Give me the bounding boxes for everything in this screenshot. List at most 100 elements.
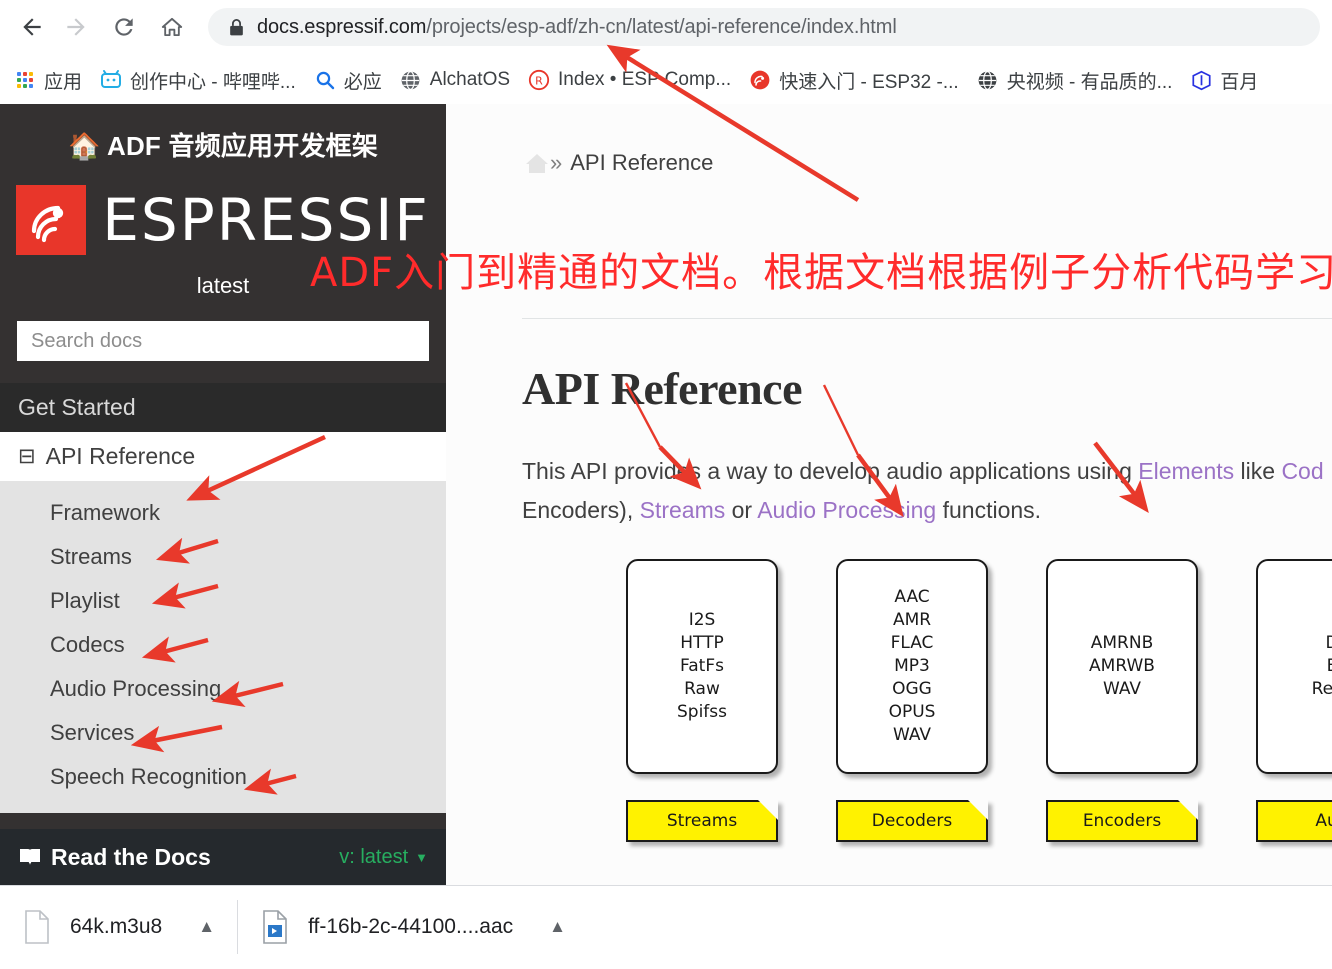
back-arrow-icon — [19, 14, 45, 40]
sidebar-item-speech-recognition[interactable]: Speech Recognition — [0, 755, 446, 799]
bookmark-baidu[interactable]: 百月 — [1190, 64, 1258, 96]
para1-part1: This API provides a way to develop audio… — [522, 458, 1139, 484]
back-button[interactable] — [10, 5, 54, 49]
sidebar-subitem-label: Codecs — [50, 632, 125, 657]
diagram-note-label: Aud — [1315, 811, 1332, 831]
sidebar-title-text: ADF 音频应用开发框架 — [106, 131, 379, 161]
sidebar-item-services[interactable]: Services — [0, 711, 446, 755]
home-icon: 🏠 — [67, 131, 101, 161]
globe-dark-icon — [977, 69, 999, 91]
download-filename: 64k.m3u8 — [70, 915, 163, 938]
breadcrumb-divider — [522, 318, 1332, 319]
bookmark-label: 央视频 - 有品质的... — [1006, 71, 1173, 93]
sidebar-item-get-started[interactable]: Get Started — [0, 383, 446, 432]
sidebar-item-codecs[interactable]: Codecs — [0, 623, 446, 667]
home-icon[interactable] — [524, 152, 550, 174]
version-selector[interactable]: v: latest ▼ — [339, 846, 428, 869]
diagram-note: Decoders — [836, 800, 988, 842]
bookmark-label: AlchatOS — [429, 69, 511, 90]
search-input[interactable] — [17, 321, 429, 361]
forward-button[interactable] — [54, 5, 98, 49]
bookmark-yangshipin[interactable]: 央视频 - 有品质的... — [977, 64, 1173, 96]
sidebar-version-label: latest — [196, 273, 250, 298]
diagram-item: Spifss — [676, 702, 727, 722]
chevron-down-icon: ▼ — [415, 849, 428, 865]
download-item[interactable]: ff-16b-2c-44100....aac ▲ — [238, 886, 588, 969]
diagram-item: AMRWB — [1089, 656, 1155, 676]
address-bar[interactable]: docs.espressif.com/projects/esp-adf/zh-c… — [208, 8, 1320, 46]
diagram-column-decoders: AAC AMR FLAC MP3 OGG OPUS WAV Decoders — [836, 559, 988, 842]
page-title: API Reference — [522, 363, 803, 414]
espressif-logo-icon — [16, 185, 87, 255]
chevron-up-icon[interactable]: ▲ — [549, 917, 566, 937]
diagram-item: OGG — [892, 679, 932, 699]
diagram-item: AMR — [892, 610, 932, 630]
diagram-item: AMRNB — [1090, 633, 1154, 653]
version-label: v: latest — [339, 845, 409, 868]
link-elements[interactable]: Elements — [1138, 458, 1234, 484]
read-the-docs-label: Read the Docs — [51, 843, 211, 870]
bookmark-alchatos[interactable]: AlchatOS — [400, 64, 510, 96]
sidebar-item-streams[interactable]: Streams — [0, 535, 446, 579]
bookmarks-bar: 应用 创作中心 - 哔哩哔... 必应 AlchatOS R Index • E… — [0, 56, 1332, 104]
home-button[interactable] — [150, 5, 194, 49]
browser-chrome: docs.espressif.com/projects/esp-adf/zh-c… — [0, 0, 1332, 104]
diagram-note: Aud — [1256, 800, 1332, 842]
book-icon — [18, 847, 42, 867]
reload-button[interactable] — [102, 5, 146, 49]
baidu-icon — [1190, 69, 1212, 91]
sidebar-brand-title[interactable]: 🏠 ADF 音频应用开发框架 — [0, 104, 446, 163]
home-house-icon — [159, 14, 185, 40]
page-viewport: 🏠 ADF 音频应用开发框架 ESPRESSIF latest Get Star… — [0, 104, 1332, 885]
link-streams[interactable]: Streams — [640, 497, 726, 523]
bookmark-label: Index • ESP Comp... — [558, 69, 732, 90]
bookmark-label: 应用 — [44, 71, 83, 93]
diagram-note-label: Decoders — [871, 811, 953, 831]
read-the-docs-brand[interactable]: Read the Docs — [18, 844, 211, 871]
diagram-column-audio-processing: D E Resa Aud — [1256, 559, 1332, 842]
diagram-box: AMRNB AMRWB WAV — [1046, 559, 1198, 774]
diagram-item: D — [1325, 632, 1332, 655]
intro-paragraph: This API provides a way to develop audio… — [522, 452, 1332, 530]
sidebar-item-api-reference[interactable]: ⊟ API Reference — [0, 432, 446, 481]
bookmark-bing[interactable]: 必应 — [314, 64, 382, 96]
bookmark-esp32-quickstart[interactable]: 快速入门 - ESP32 -... — [749, 64, 959, 96]
reload-arrow-icon — [111, 14, 137, 40]
globe-icon — [400, 69, 422, 91]
sidebar-item-playlist[interactable]: Playlist — [0, 579, 446, 623]
diagram-item: E — [1327, 655, 1332, 678]
breadcrumb: » API Reference — [446, 104, 1332, 176]
sidebar-subitem-label: Speech Recognition — [50, 764, 247, 789]
link-codecs[interactable]: Cod — [1281, 458, 1323, 484]
diagram-item: FatFs — [680, 656, 724, 676]
download-item[interactable]: 64k.m3u8 ▲ — [0, 886, 237, 969]
sidebar-subitem-label: Playlist — [50, 588, 120, 613]
diagram-item: OPUS — [888, 702, 936, 722]
diagram-box: D E Resa — [1256, 559, 1332, 774]
diagram-item: I2S — [688, 610, 716, 630]
diagram-note-label: Encoders — [1082, 811, 1162, 831]
link-audio-processing[interactable]: Audio Processing — [757, 497, 936, 523]
diagram-item: MP3 — [894, 656, 930, 676]
main-content: » API Reference API Reference This API p… — [446, 104, 1332, 885]
sidebar-item-audio-processing[interactable]: Audio Processing — [0, 667, 446, 711]
diagram-box: AAC AMR FLAC MP3 OGG OPUS WAV — [836, 559, 988, 774]
chevron-up-icon[interactable]: ▲ — [198, 917, 215, 937]
espressif-register-icon: R — [528, 69, 550, 91]
sidebar-subnav: Framework Streams Playlist Codecs Audio … — [0, 481, 446, 813]
bookmark-esp-component-index[interactable]: R Index • ESP Comp... — [528, 64, 731, 96]
browser-toolbar: docs.espressif.com/projects/esp-adf/zh-c… — [0, 0, 1332, 54]
bilibili-icon — [100, 69, 122, 91]
apps-grid-icon — [14, 69, 36, 91]
bookmark-bilibili[interactable]: 创作中心 - 哔哩哔... — [100, 64, 296, 96]
bookmark-apps[interactable]: 应用 — [14, 64, 82, 96]
sidebar-item-framework[interactable]: Framework — [0, 491, 446, 535]
forward-arrow-icon — [63, 14, 89, 40]
bookmark-label: 创作中心 - 哔哩哔... — [130, 71, 296, 93]
sidebar-subitem-label: Services — [50, 720, 135, 745]
espressif-wordmark: ESPRESSIF — [102, 186, 430, 254]
diagram-column-encoders: AMRNB AMRWB WAV Encoders — [1046, 559, 1198, 842]
collapse-toggle-icon[interactable]: ⊟ — [18, 446, 36, 467]
diagram-item: WAV — [1102, 679, 1142, 699]
media-file-icon — [260, 910, 290, 944]
